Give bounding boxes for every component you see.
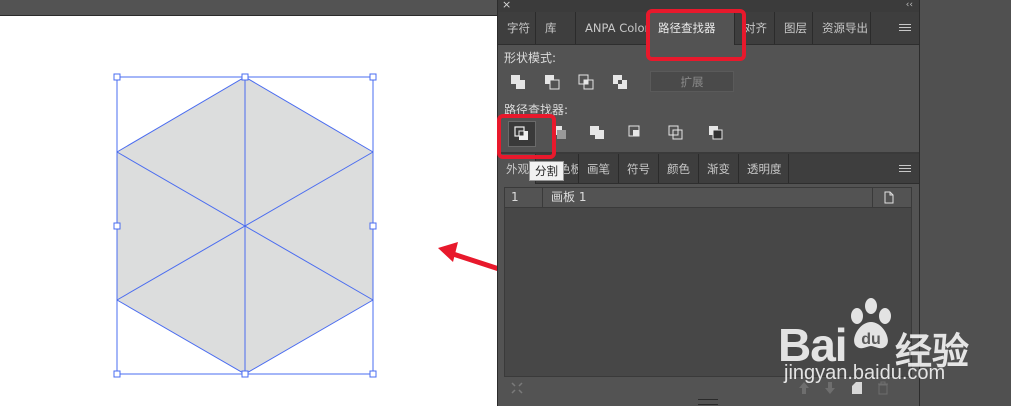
highlight-box-divide-button <box>497 114 556 159</box>
selection-handle <box>369 370 377 378</box>
tab-character[interactable]: 字符 <box>498 12 536 44</box>
svg-text:du: du <box>861 331 881 348</box>
tab-anpa-color[interactable]: ANPA Color <box>576 12 649 44</box>
merge-icon[interactable] <box>586 123 608 143</box>
crop-icon[interactable] <box>625 123 647 143</box>
tab-transparency[interactable]: 透明度 <box>739 154 789 183</box>
baidu-watermark: du Bai 经验 jingyan.baidu.com <box>778 296 1008 406</box>
selection-handle <box>241 370 249 378</box>
selection-handle <box>113 73 121 81</box>
selection-handle <box>241 73 249 81</box>
selection-handle <box>113 370 121 378</box>
highlight-box-pathfinder-tab <box>646 9 746 61</box>
tab-library[interactable]: 库 <box>536 12 576 44</box>
selection-handle <box>369 222 377 230</box>
shape-modes-label: 形状模式: <box>504 51 557 65</box>
panel-menu-icon[interactable] <box>899 24 911 33</box>
selection-handle <box>113 222 121 230</box>
close-icon[interactable]: × <box>502 0 511 12</box>
artboard-name: 画板 1 <box>551 190 587 204</box>
list-item[interactable]: 1 画板 1 <box>505 188 911 208</box>
unite-icon[interactable] <box>508 72 530 92</box>
outline-icon[interactable] <box>665 123 687 143</box>
panel-menu-icon[interactable] <box>899 165 911 174</box>
tab-asset-export[interactable]: 资源导出 <box>813 12 871 44</box>
minus-front-icon[interactable] <box>542 72 564 92</box>
intersect-icon[interactable] <box>576 72 598 92</box>
artboard-options-icon[interactable] <box>883 191 895 204</box>
exclude-icon[interactable] <box>610 72 632 92</box>
expand-button[interactable]: 扩展 <box>650 71 734 92</box>
artboard-number: 1 <box>511 190 519 204</box>
watermark-url-text: jingyan.baidu.com <box>784 362 946 384</box>
hexagon-artwork[interactable] <box>0 0 497 406</box>
collapse-icon[interactable]: ‹‹ <box>906 0 913 12</box>
tab-brushes[interactable]: 画笔 <box>579 154 619 183</box>
resize-grip[interactable] <box>698 399 718 405</box>
selection-handle <box>369 73 377 81</box>
arrow-annotation <box>438 242 502 272</box>
tab-color[interactable]: 颜色 <box>659 154 699 183</box>
divide-tooltip: 分割 <box>529 161 564 181</box>
tab-gradient[interactable]: 渐变 <box>699 154 739 183</box>
tab-layers[interactable]: 图层 <box>775 12 813 44</box>
minus-back-icon[interactable] <box>705 123 727 143</box>
tab-symbols[interactable]: 符号 <box>619 154 659 183</box>
rearrange-icon[interactable] <box>510 381 524 395</box>
paw-logo-icon: du <box>851 298 891 349</box>
